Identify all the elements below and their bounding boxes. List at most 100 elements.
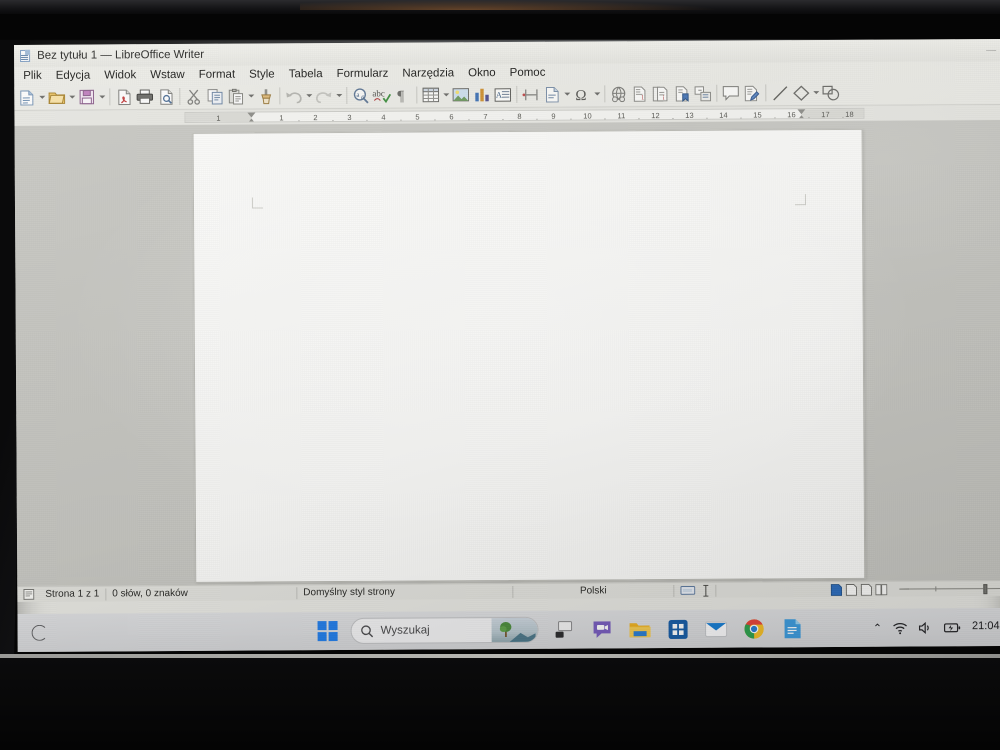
menu-okno[interactable]: Okno <box>461 67 503 79</box>
indent-marker-right[interactable] <box>797 109 806 120</box>
menu-pomoc[interactable]: Pomoc <box>503 67 553 79</box>
zoom-out-button[interactable]: — <box>899 584 909 595</box>
open-file-icon[interactable] <box>46 86 67 108</box>
svg-text:i: i <box>663 94 665 101</box>
ruler-tick-label: 15 <box>753 110 762 120</box>
undo-dropdown[interactable] <box>304 85 313 107</box>
indent-marker-left[interactable] <box>247 112 256 123</box>
basic-shapes-icon[interactable] <box>790 82 811 104</box>
nature-landscape-thumbnail[interactable] <box>491 617 538 644</box>
insert-field-dropdown[interactable] <box>562 83 571 105</box>
menu-wstaw[interactable]: Wstaw <box>143 69 192 81</box>
taskbar-center[interactable]: Wyszukaj <box>317 615 873 644</box>
print-preview-icon[interactable] <box>155 86 176 108</box>
show-draw-functions-icon[interactable] <box>820 81 841 103</box>
system-tray[interactable]: ⌃ 21:04 <box>873 620 1000 634</box>
print-icon[interactable] <box>134 86 155 108</box>
formatting-marks-icon[interactable]: ¶ <box>392 84 413 106</box>
taskbar-chat[interactable] <box>590 617 615 642</box>
menu-plik[interactable]: Plik <box>16 70 49 82</box>
toolbar-separator <box>516 85 518 103</box>
find-replace-icon[interactable]: a d <box>350 84 371 106</box>
clone-formatting-icon[interactable] <box>255 85 276 107</box>
taskbar-task-view[interactable] <box>552 617 577 642</box>
new-document-dropdown[interactable] <box>37 86 46 108</box>
open-file-dropdown[interactable] <box>67 86 76 108</box>
insert-image-icon[interactable] <box>450 84 471 106</box>
spelling-icon[interactable]: abc <box>371 84 392 106</box>
language[interactable]: Polski <box>513 582 673 599</box>
line-icon[interactable] <box>769 82 790 104</box>
undo-icon[interactable] <box>283 85 304 107</box>
toolbar-separator <box>109 88 111 106</box>
windows-taskbar[interactable]: Wyszukaj ⌃ 21:04 <box>17 607 1000 652</box>
ruler-tick-label: 2 <box>313 113 318 123</box>
search-input[interactable]: Wyszukaj <box>350 616 539 644</box>
menu-edycja[interactable]: Edycja <box>49 69 98 82</box>
page-style-icon[interactable] <box>17 588 39 600</box>
special-character-icon[interactable]: Ω <box>571 83 592 105</box>
document-page[interactable] <box>192 128 866 583</box>
minimize-button[interactable]: — <box>986 45 996 56</box>
insert-field-icon[interactable] <box>541 83 562 105</box>
insert-table-icon[interactable] <box>420 84 441 106</box>
ruler-tick-label: 3 <box>347 112 352 122</box>
cut-icon[interactable] <box>183 85 204 107</box>
window-controls[interactable]: — <box>986 39 1000 61</box>
redo-icon[interactable] <box>313 85 334 107</box>
paste-icon[interactable] <box>225 85 246 107</box>
taskbar-libreoffice-writer[interactable] <box>780 616 805 641</box>
cross-reference-icon[interactable] <box>692 82 713 104</box>
page-break-icon[interactable] <box>520 83 541 105</box>
insert-mode[interactable] <box>674 582 715 598</box>
insert-text-box-icon[interactable]: A <box>492 83 513 105</box>
ruler-tick-label: 14 <box>719 110 728 120</box>
hyperlink-icon[interactable] <box>608 83 629 105</box>
taskbar-chrome[interactable] <box>742 616 767 641</box>
menu-widok[interactable]: Widok <box>97 69 143 81</box>
save-icon[interactable] <box>76 86 97 108</box>
text-boundary-top-left <box>251 197 264 209</box>
export-pdf-icon[interactable] <box>113 86 134 108</box>
new-document-icon[interactable] <box>16 86 37 108</box>
insert-table-dropdown[interactable] <box>441 84 450 106</box>
bookmark-icon[interactable] <box>671 82 692 104</box>
start-button[interactable] <box>317 621 338 642</box>
page-text-content[interactable] <box>253 180 803 183</box>
taskbar-clock[interactable]: 21:04 <box>972 620 1000 633</box>
svg-text:A: A <box>496 90 502 99</box>
ruler-tick-label: 17 <box>821 110 830 120</box>
page-style-name[interactable]: Domyślny styl strony <box>297 583 512 600</box>
paste-dropdown[interactable] <box>246 85 255 107</box>
basic-shapes-dropdown[interactable] <box>811 82 820 104</box>
save-dropdown[interactable] <box>97 86 106 108</box>
copy-icon[interactable] <box>204 85 225 107</box>
menu-formularz[interactable]: Formularz <box>330 68 396 80</box>
track-changes-icon[interactable] <box>741 82 762 104</box>
menu-narzedzia[interactable]: Narzędzia <box>395 67 461 79</box>
taskbar-file-explorer[interactable] <box>628 617 653 642</box>
insert-chart-icon[interactable] <box>471 84 492 106</box>
menu-format[interactable]: Format <box>192 69 242 81</box>
endnote-icon[interactable]: i <box>650 82 671 104</box>
toolbar-separator <box>765 84 767 102</box>
svg-text:Ω: Ω <box>575 88 586 102</box>
document-area[interactable] <box>14 119 1000 586</box>
word-count[interactable]: 0 słów, 0 znaków <box>106 585 296 602</box>
zoom-slider[interactable]: — <box>895 583 1000 595</box>
zoom-track[interactable] <box>909 586 984 592</box>
footnote-icon[interactable]: 1 <box>629 83 650 105</box>
view-layout-buttons[interactable] <box>824 581 895 597</box>
chevron-up-icon[interactable]: ⌃ <box>873 621 882 634</box>
menu-tabela[interactable]: Tabela <box>282 68 330 80</box>
menu-style[interactable]: Style <box>242 68 282 80</box>
comment-icon[interactable] <box>720 82 741 104</box>
special-character-dropdown[interactable] <box>592 83 601 105</box>
search-placeholder: Wyszukaj <box>380 624 430 637</box>
ruler-tick-label: 9 <box>551 111 556 121</box>
taskbar-mail[interactable] <box>704 616 729 641</box>
redo-dropdown[interactable] <box>334 84 343 106</box>
taskbar-microsoft-store[interactable] <box>666 616 691 641</box>
page-info[interactable]: Strona 1 z 1 <box>39 586 105 602</box>
ruler-tick-label: 6 <box>449 112 454 122</box>
